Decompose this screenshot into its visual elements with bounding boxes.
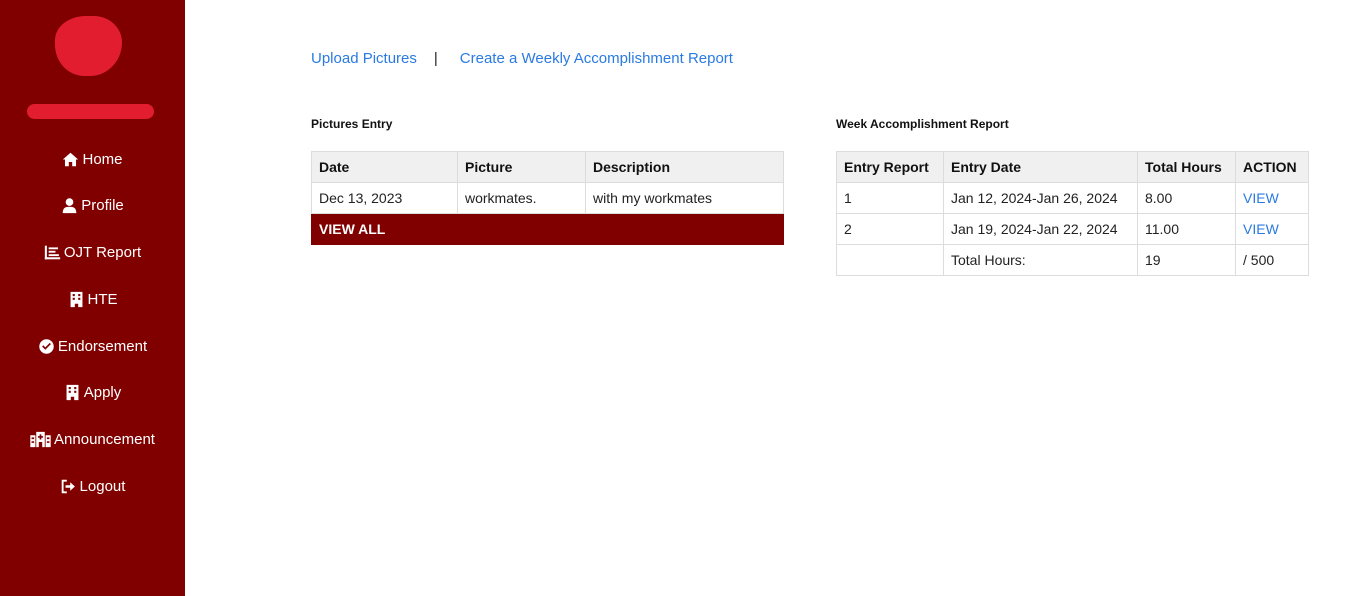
column-header-date: Date <box>311 151 458 183</box>
total-hours-label: Total Hours: <box>943 244 1138 276</box>
user-icon <box>62 197 77 213</box>
building-icon <box>70 291 82 307</box>
column-header-total-hours: Total Hours <box>1137 151 1236 183</box>
sidebar-item-home[interactable]: Home <box>0 147 185 171</box>
weekly-report-table: Entry Report Entry Date Total Hours ACTI… <box>836 151 1309 276</box>
view-link[interactable]: VIEW <box>1243 190 1279 206</box>
home-icon <box>63 152 79 166</box>
sidebar-item-profile[interactable]: Profile <box>0 193 185 217</box>
entry-date: Jan 19, 2024-Jan 22, 2024 <box>943 213 1138 245</box>
picture-filename: workmates. <box>457 182 586 214</box>
sidebar-item-label: Announcement <box>54 430 155 448</box>
sidebar-item-label: OJT Report <box>63 243 142 261</box>
table-header-row: Entry Report Entry Date Total Hours ACTI… <box>836 151 1309 183</box>
entry-hours: 8.00 <box>1137 182 1236 214</box>
sidebar-item-logout[interactable]: Logout <box>0 474 185 498</box>
week-report-title: Week Accomplishment Report <box>836 117 1009 131</box>
column-header-entry-date: Entry Date <box>943 151 1138 183</box>
sidebar: Home Profile OJT Report HTE Endorsement … <box>0 0 185 596</box>
column-header-action: ACTION <box>1235 151 1309 183</box>
table-row: Dec 13, 2023 workmates. with my workmate… <box>311 182 784 214</box>
total-hours-required: / 500 <box>1235 244 1309 276</box>
column-header-entry-report: Entry Report <box>836 151 944 183</box>
view-all-button[interactable]: VIEW ALL <box>311 213 784 245</box>
total-row: Total Hours: 19 / 500 <box>836 244 1309 276</box>
sidebar-item-label: Endorsement <box>57 337 148 355</box>
view-link[interactable]: VIEW <box>1243 221 1279 237</box>
sidebar-item-label: Profile <box>81 196 124 214</box>
building-icon <box>66 384 79 400</box>
entry-hours: 11.00 <box>1137 213 1236 245</box>
total-hours-value: 19 <box>1137 244 1236 276</box>
table-header-row: Date Picture Description <box>311 151 784 183</box>
column-header-description: Description <box>585 151 784 183</box>
report-icon <box>44 245 61 259</box>
create-weekly-report-link[interactable]: Create a Weekly Accomplishment Report <box>460 50 733 67</box>
total-empty-cell <box>836 244 944 276</box>
upload-pictures-link[interactable]: Upload Pictures <box>311 50 417 67</box>
sidebar-item-ojt-report[interactable]: OJT Report <box>0 240 185 264</box>
logout-icon <box>61 479 75 493</box>
hospital-icon <box>30 431 51 447</box>
top-links: Upload Pictures | Create a Weekly Accomp… <box>311 48 733 68</box>
picture-description: with my workmates <box>585 182 784 214</box>
entry-number: 2 <box>836 213 944 245</box>
sidebar-item-label: Logout <box>79 477 126 495</box>
entry-date: Jan 12, 2024-Jan 26, 2024 <box>943 182 1138 214</box>
picture-date: Dec 13, 2023 <box>311 182 458 214</box>
sidebar-item-label: Apply <box>83 383 122 401</box>
pictures-entry-title: Pictures Entry <box>311 117 393 131</box>
user-name-redacted <box>27 104 154 119</box>
sidebar-item-apply[interactable]: Apply <box>0 380 185 404</box>
sidebar-item-announcement[interactable]: Announcement <box>0 427 185 451</box>
avatar <box>55 16 122 76</box>
sidebar-item-endorsement[interactable]: Endorsement <box>0 334 185 358</box>
entry-number: 1 <box>836 182 944 214</box>
sidebar-item-label: Home <box>82 150 123 168</box>
pictures-table: Date Picture Description Dec 13, 2023 wo… <box>311 151 784 245</box>
column-header-picture: Picture <box>457 151 586 183</box>
sidebar-item-label: HTE <box>87 290 118 308</box>
check-circle-icon <box>39 338 54 354</box>
table-row: 1 Jan 12, 2024-Jan 26, 2024 8.00 VIEW <box>836 182 1309 214</box>
sidebar-item-hte[interactable]: HTE <box>0 287 185 311</box>
link-separator: | <box>433 49 438 67</box>
table-row: 2 Jan 19, 2024-Jan 22, 2024 11.00 VIEW <box>836 213 1309 245</box>
